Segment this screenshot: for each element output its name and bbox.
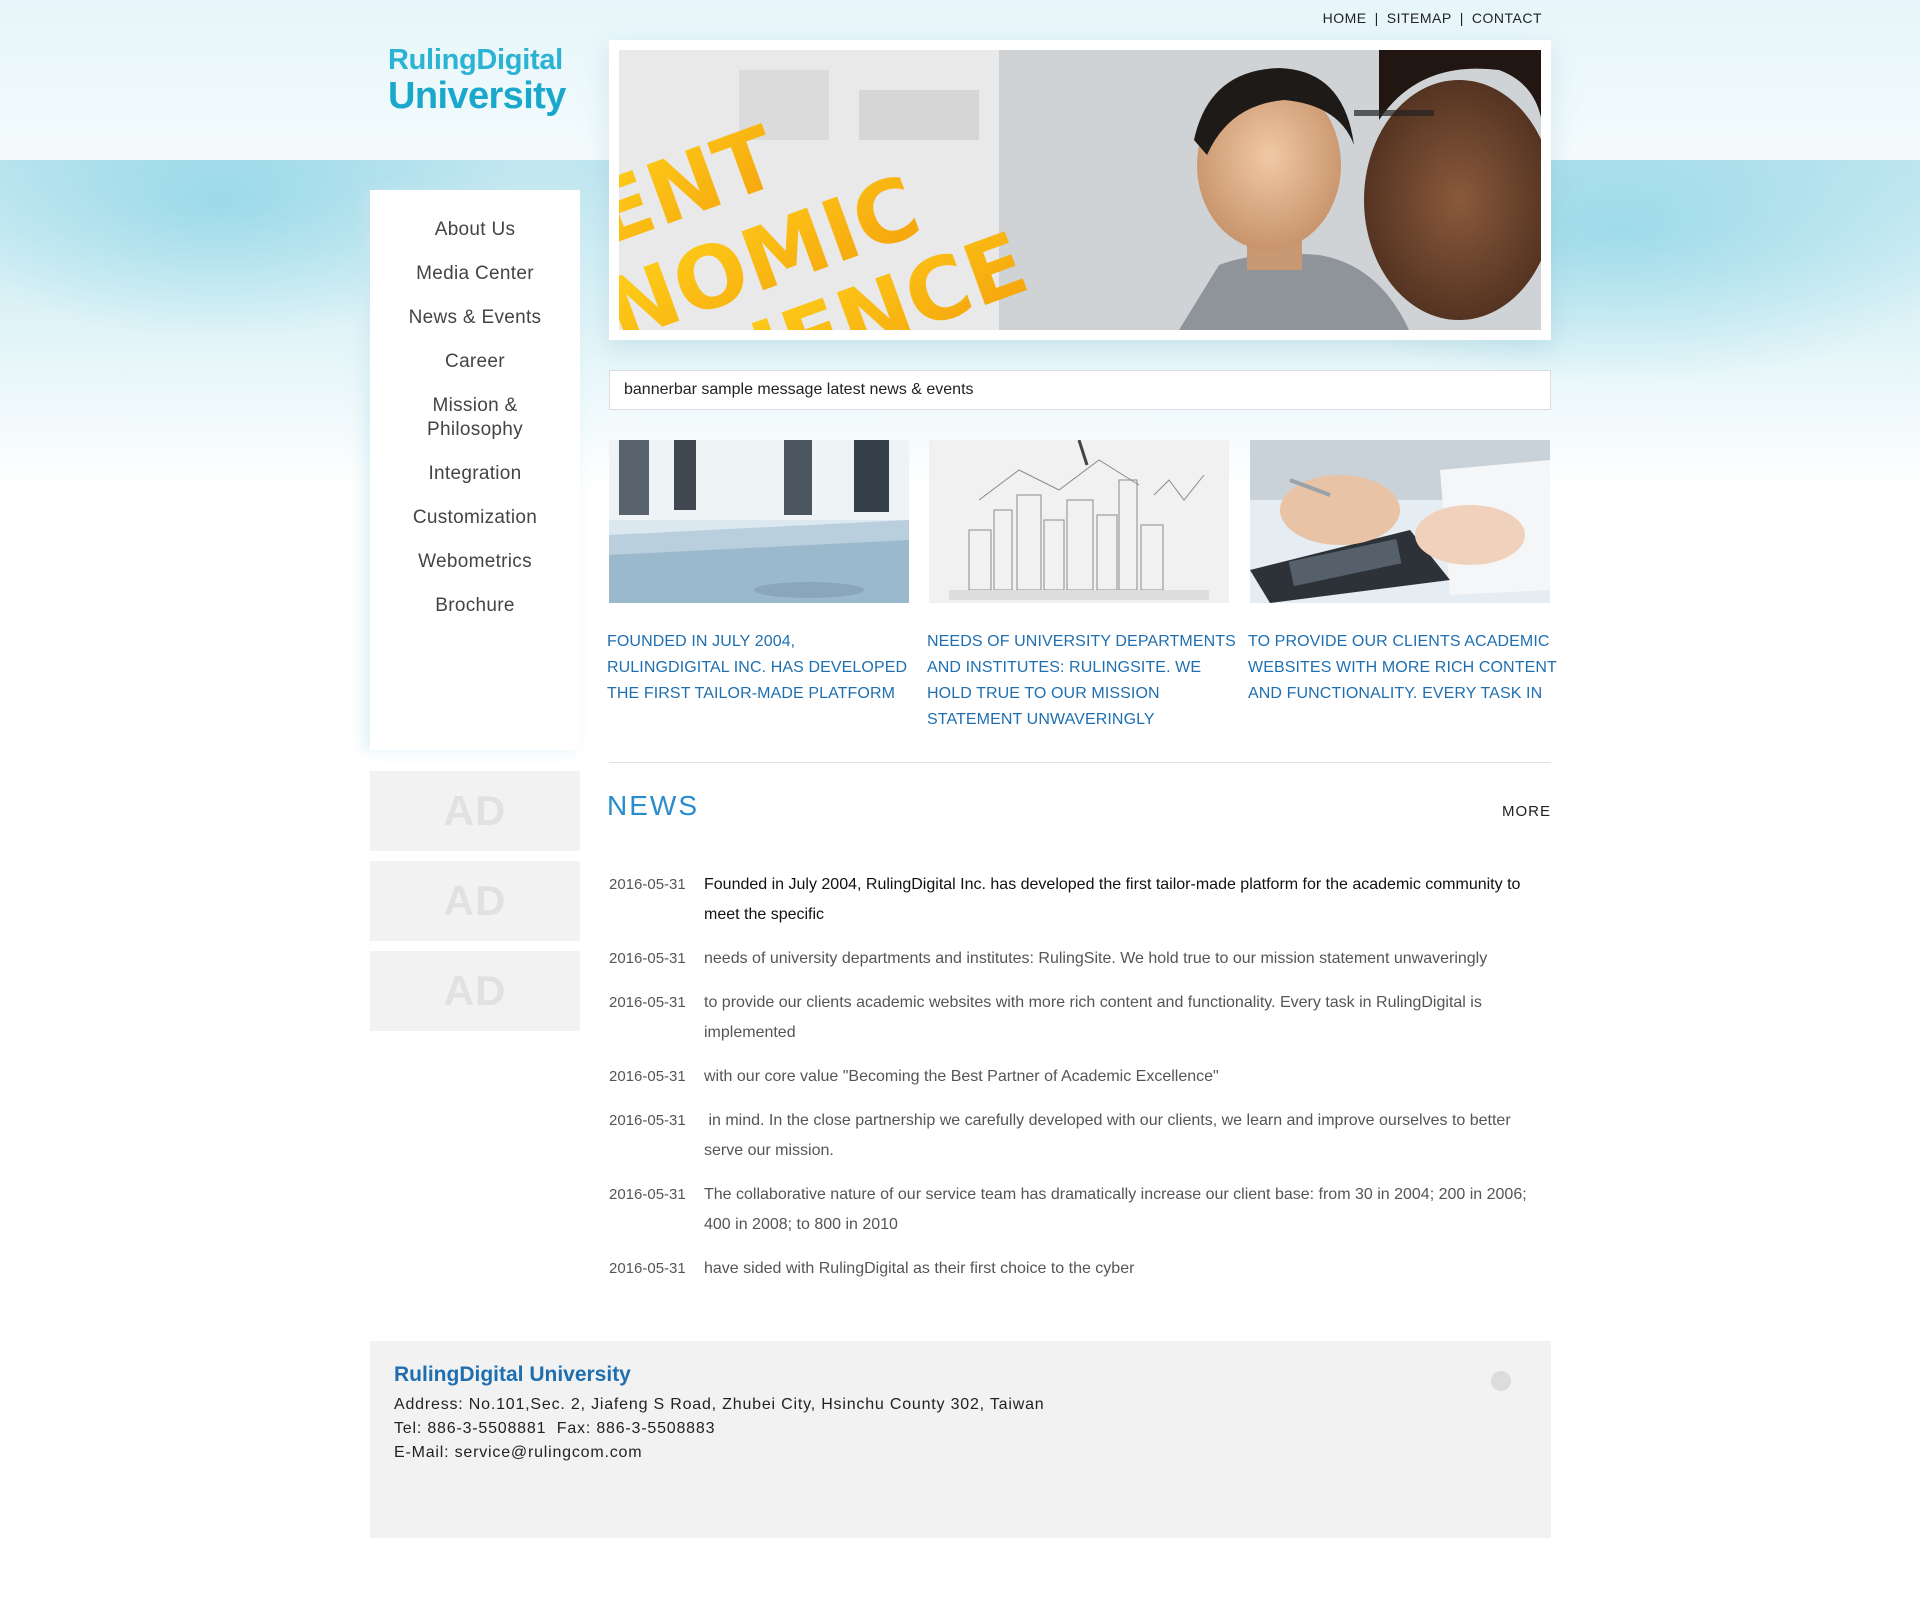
logo-line-2: University [388,75,566,117]
news-headline[interactable]: needs of university departments and inst… [704,944,1487,974]
side-menu-news-events[interactable]: News & Events [370,306,580,330]
top-nav-separator: | [1374,10,1379,26]
banner-bar-message[interactable]: bannerbar sample message latest news & e… [609,370,1551,410]
feature-caption-3[interactable]: TO PROVIDE OUR CLIENTS ACADEMIC WEBSITES… [1248,629,1558,707]
news-headline[interactable]: The collaborative nature of our service … [704,1180,1554,1240]
feature-image-city-sketch[interactable] [929,440,1229,603]
news-headline[interactable]: with our core value "Becoming the Best P… [704,1062,1219,1092]
mail-icon[interactable] [1491,1371,1511,1391]
feature-card-2[interactable]: NEEDS OF UNIVERSITY DEPARTMENTS AND INST… [927,440,1236,733]
footer-org-name: RulingDigital University [394,1363,631,1386]
top-nav: HOME | SITEMAP | CONTACT [1323,10,1542,26]
news-headline[interactable]: to provide our clients academic websites… [704,988,1554,1048]
top-nav-contact[interactable]: CONTACT [1472,10,1542,26]
footer-phone: Tel: 886-3-5508881 Fax: 886-3-5508883 [394,1420,716,1437]
feature-card-3[interactable]: TO PROVIDE OUR CLIENTS ACADEMIC WEBSITES… [1248,440,1556,707]
footer: RulingDigital University Address: No.101… [370,1341,1551,1538]
ad-banner-1[interactable]: AD [370,771,580,851]
ad-banner-2[interactable]: AD [370,861,580,941]
news-item[interactable]: 2016-05-31 with our core value "Becoming… [609,1062,1554,1092]
news-date: 2016-05-31 [609,950,686,967]
news-item[interactable]: 2016-05-31 to provide our clients academ… [609,988,1554,1048]
side-menu: About Us Media Center News & Events Care… [370,190,580,750]
news-headline[interactable]: Founded in July 2004, RulingDigital Inc.… [704,870,1554,930]
feature-card-1[interactable]: FOUNDED IN JULY 2004, RULINGDIGITAL INC.… [607,440,909,707]
feature-image-office[interactable] [609,440,909,603]
news-item[interactable]: 2016-05-31 Founded in July 2004, RulingD… [609,870,1554,930]
section-divider [609,762,1551,763]
side-menu-career[interactable]: Career [370,350,580,374]
footer-address: Address: No.101,Sec. 2, Jiafeng S Road, … [394,1396,1045,1413]
news-item[interactable]: 2016-05-31 The collaborative nature of o… [609,1180,1554,1240]
side-menu-webometrics[interactable]: Webometrics [370,550,580,574]
feature-image-calculator[interactable] [1250,440,1550,603]
side-menu-about-us[interactable]: About Us [370,218,580,242]
news-more-link[interactable]: MORE [1502,803,1551,820]
news-date: 2016-05-31 [609,994,686,1011]
banner-graphic: ENT NOMIC CIENCE [619,50,1541,330]
news-date: 2016-05-31 [609,876,686,893]
top-nav-separator: | [1459,10,1464,26]
page: HOME | SITEMAP | CONTACT RulingDigital U… [0,0,1920,1606]
news-section-title: NEWS [607,790,699,821]
news-item[interactable]: 2016-05-31 in mind. In the close partner… [609,1106,1554,1166]
news-date: 2016-05-31 [609,1186,686,1203]
footer-email[interactable]: E-Mail: service@rulingcom.com [394,1441,1527,1465]
top-nav-sitemap[interactable]: SITEMAP [1387,10,1452,26]
news-item[interactable]: 2016-05-31 needs of university departmen… [609,944,1554,974]
news-date: 2016-05-31 [609,1260,686,1277]
feature-caption-2[interactable]: NEEDS OF UNIVERSITY DEPARTMENTS AND INST… [927,629,1237,733]
site-logo[interactable]: RulingDigital University [388,44,578,116]
news-item[interactable]: 2016-05-31 have sided with RulingDigital… [609,1254,1554,1284]
side-menu-brochure[interactable]: Brochure [370,594,580,618]
hero-banner[interactable]: ENT NOMIC CIENCE [609,40,1551,340]
side-menu-media-center[interactable]: Media Center [370,262,580,286]
logo-line-1: RulingDigital [388,44,563,76]
news-headline[interactable]: have sided with RulingDigital as their f… [704,1254,1134,1284]
news-headline[interactable]: in mind. In the close partnership we car… [704,1106,1554,1166]
news-date: 2016-05-31 [609,1112,686,1129]
ad-banner-3[interactable]: AD [370,951,580,1031]
news-date: 2016-05-31 [609,1068,686,1085]
hero-banner-image: ENT NOMIC CIENCE [619,50,1541,330]
side-menu-integration[interactable]: Integration [370,462,580,486]
side-menu-mission-philosophy[interactable]: Mission & Philosophy [370,394,580,442]
side-menu-customization[interactable]: Customization [370,506,580,530]
top-nav-home[interactable]: HOME [1323,10,1367,26]
feature-caption-1[interactable]: FOUNDED IN JULY 2004, RULINGDIGITAL INC.… [607,629,917,707]
news-list: 2016-05-31 Founded in July 2004, RulingD… [609,870,1554,1298]
